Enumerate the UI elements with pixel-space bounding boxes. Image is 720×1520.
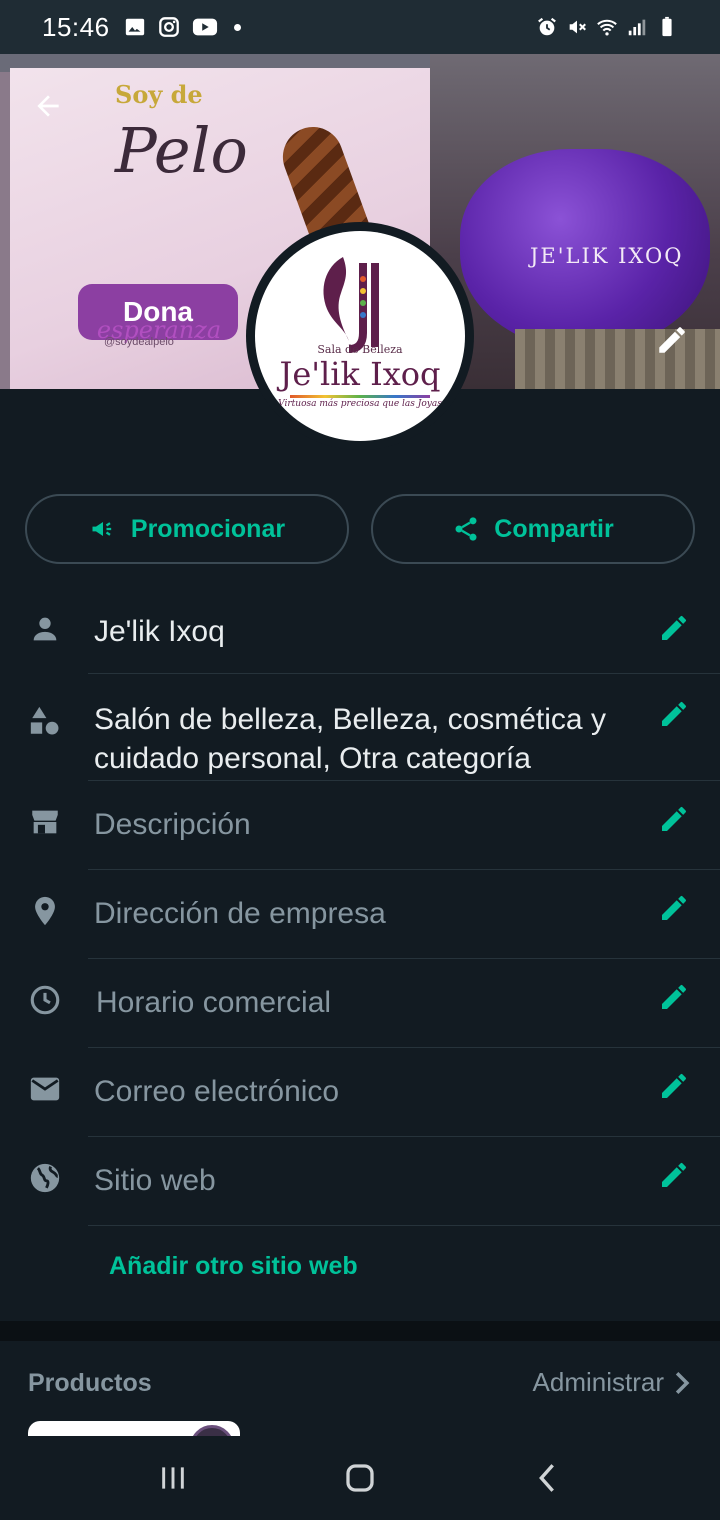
envelope-icon (30, 1077, 60, 1101)
logo-color-line (290, 395, 430, 398)
email-row[interactable]: Correo electrónico (0, 1048, 720, 1137)
section-separator (0, 1321, 720, 1341)
globe-icon (30, 1163, 60, 1193)
edit-address-button[interactable] (656, 890, 692, 926)
business-logo: Sala de Belleza Je'lik Ixoq Virtuosa más… (255, 231, 465, 441)
status-bar: 15:46 (0, 0, 720, 54)
manage-products-button[interactable]: Administrar (533, 1367, 692, 1398)
hours-field: Horario comercial (96, 986, 332, 1019)
arrow-left-icon (37, 95, 59, 117)
chevron-right-icon (675, 1371, 690, 1394)
manage-label: Administrar (532, 1367, 664, 1397)
system-navigation-bar (0, 1436, 720, 1520)
pencil-icon (659, 327, 685, 353)
shapes-icon (30, 706, 59, 735)
business-name: Je'lik Ixoq (94, 615, 225, 648)
vibrate-mute-icon (569, 20, 586, 34)
pencil-icon (662, 701, 686, 726)
promote-button[interactable]: Promocionar (25, 494, 349, 564)
clock-icon (30, 985, 60, 1015)
profile-avatar[interactable]: Sala de Belleza Je'lik Ixoq Virtuosa más… (246, 222, 474, 450)
business-category: Salón de belleza, Belleza, cosmética y c… (94, 703, 606, 775)
products-section: Productos Administrar (0, 1341, 720, 1441)
share-button[interactable]: Compartir (371, 494, 695, 564)
recent-apps-button[interactable] (143, 1448, 203, 1508)
edit-cover-button[interactable] (652, 320, 692, 360)
divider (88, 1225, 720, 1226)
edit-email-button[interactable] (656, 1068, 692, 1104)
edit-description-button[interactable] (656, 801, 692, 837)
address-row[interactable]: Dirección de empresa (0, 870, 720, 959)
more-notifications-dot (233, 23, 241, 31)
recent-apps-icon (162, 1467, 185, 1489)
logo-name: Je'lik Ixoq (279, 355, 441, 393)
logo-tagline: Virtuosa más preciosa que las Joyas (278, 399, 442, 409)
website-field: Sitio web (94, 1164, 216, 1197)
action-buttons: Promocionar Compartir (25, 494, 695, 564)
poster-handle-text: @soydealpelo (104, 336, 174, 348)
poster-title-text: Pelo (115, 114, 248, 187)
home-icon (346, 1464, 374, 1492)
edit-category-button[interactable] (656, 696, 692, 732)
person-icon (33, 617, 57, 641)
add-website-link[interactable]: Añadir otro sitio web (109, 1252, 358, 1281)
alarm-icon (538, 17, 556, 36)
pencil-icon (662, 895, 686, 920)
website-row[interactable]: Sitio web (0, 1137, 720, 1226)
youtube-icon (192, 18, 217, 36)
edit-website-button[interactable] (656, 1157, 692, 1193)
system-icons (536, 16, 678, 38)
storefront-icon (32, 810, 58, 834)
products-title: Productos (28, 1369, 152, 1397)
pencil-icon (662, 615, 686, 640)
edit-hours-button[interactable] (656, 979, 692, 1015)
status-time: 15:46 (42, 11, 110, 42)
gallery-icon (125, 18, 144, 36)
notification-icons (124, 16, 241, 38)
promote-label: Promocionar (130, 514, 286, 543)
email-field: Correo electrónico (94, 1075, 340, 1108)
back-nav-button[interactable] (517, 1448, 577, 1508)
wifi-icon (597, 19, 617, 36)
back-button[interactable] (26, 84, 70, 128)
balloon-text: JE'LIK IXOQ (530, 244, 684, 268)
instagram-icon (158, 17, 179, 37)
business-info-list: Je'lik Ixoq Salón de belleza, Belleza, c… (0, 588, 720, 1226)
category-row[interactable]: Salón de belleza, Belleza, cosmética y c… (0, 674, 720, 781)
home-button[interactable] (330, 1448, 390, 1508)
share-icon (455, 517, 477, 541)
hours-row[interactable]: Horario comercial (0, 959, 720, 1048)
description-row[interactable]: Descripción (0, 781, 720, 870)
name-row[interactable]: Je'lik Ixoq (0, 588, 720, 674)
address-field: Dirección de empresa (94, 897, 386, 930)
pencil-icon (662, 984, 686, 1009)
description-field: Descripción (94, 808, 251, 841)
share-label: Compartir (494, 514, 614, 543)
location-pin-icon (35, 896, 55, 926)
megaphone-icon (92, 522, 112, 536)
battery-icon (662, 16, 672, 37)
pencil-icon (662, 1162, 686, 1187)
signal-icon (628, 19, 646, 36)
pencil-icon (662, 1073, 686, 1098)
chevron-left-icon (538, 1464, 554, 1492)
edit-name-button[interactable] (656, 610, 692, 646)
pencil-icon (662, 806, 686, 831)
poster-soy-text: Soy de (115, 80, 203, 109)
